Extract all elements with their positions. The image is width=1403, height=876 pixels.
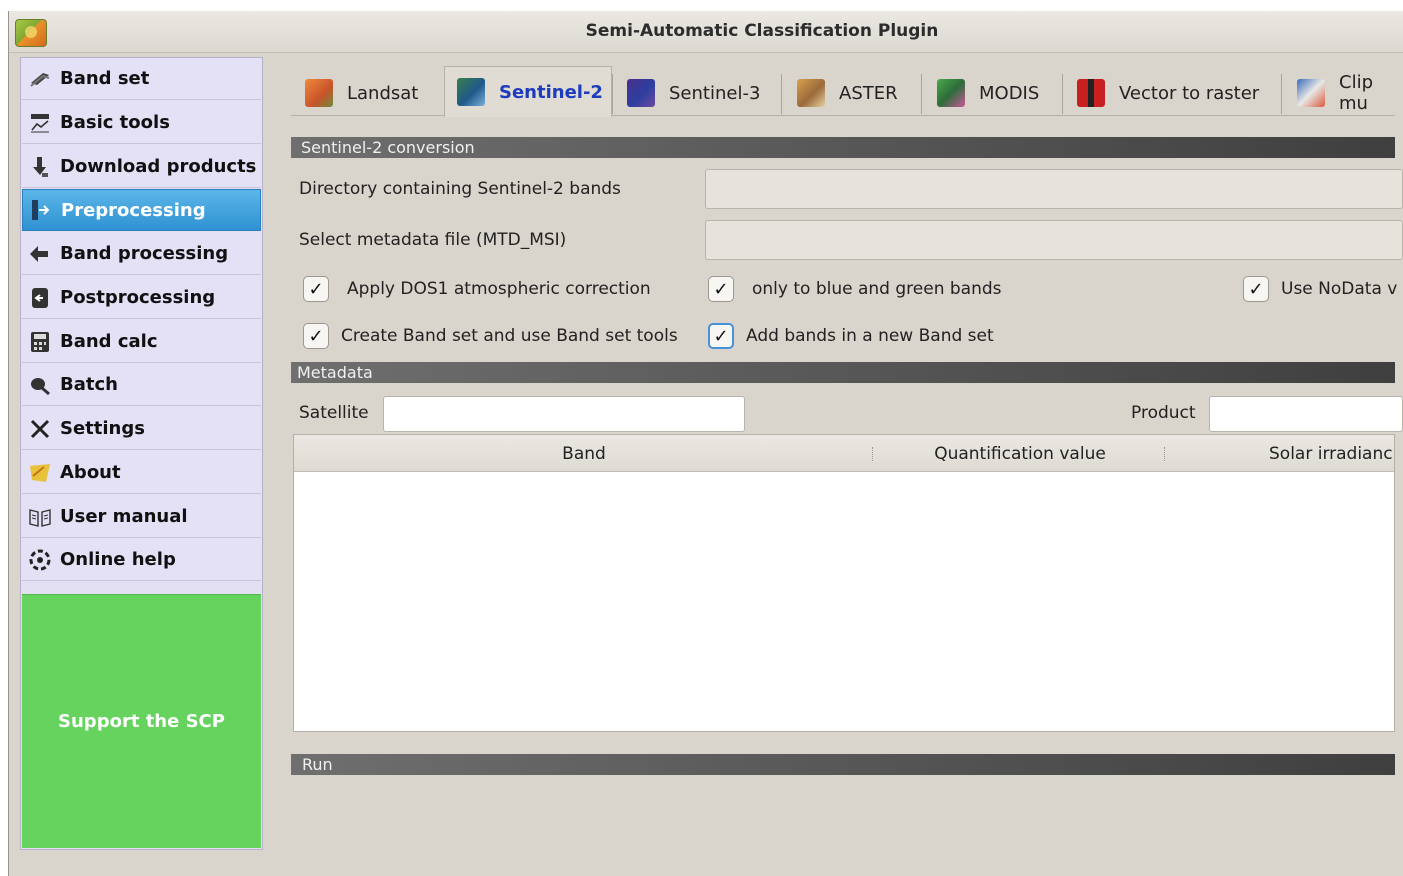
create-bandset-checkbox[interactable]: ✓ Create Band set and use Band set tools bbox=[303, 323, 678, 349]
sidebar-item-basic-tools[interactable]: Basic tools bbox=[22, 102, 261, 144]
clip-icon bbox=[1297, 79, 1325, 107]
metadata-file-label: Select metadata file (MTD_MSI) bbox=[299, 230, 567, 250]
sidebar-item-label: Batch bbox=[60, 374, 118, 395]
sidebar-item-download-products[interactable]: Download products bbox=[22, 146, 261, 188]
checkbox-label: Apply DOS1 atmospheric correction bbox=[347, 279, 651, 299]
tab-sentinel-2[interactable]: Sentinel-2 bbox=[444, 66, 612, 117]
tab-separator bbox=[781, 74, 782, 114]
sidebar-item-label: Online help bbox=[60, 549, 176, 570]
dos1-correction-checkbox[interactable]: ✓ Apply DOS1 atmospheric correction bbox=[303, 276, 651, 302]
download-icon bbox=[28, 155, 52, 179]
checkbox-box[interactable]: ✓ bbox=[1243, 276, 1269, 302]
help-icon bbox=[28, 548, 52, 572]
directory-field[interactable] bbox=[705, 169, 1403, 209]
checkbox-box[interactable]: ✓ bbox=[708, 323, 734, 349]
sidebar-item-label: Preprocessing bbox=[61, 199, 206, 221]
window-title: Semi-Automatic Classification Plugin bbox=[585, 21, 939, 41]
sentinel-2-icon bbox=[457, 78, 485, 106]
use-nodata-checkbox[interactable]: ✓ Use NoData v bbox=[1243, 276, 1397, 302]
tab-separator bbox=[612, 74, 613, 114]
tab-separator bbox=[921, 74, 922, 114]
directory-label: Directory containing Sentinel-2 bands bbox=[299, 179, 621, 199]
sidebar-item-label: Band calc bbox=[60, 331, 158, 352]
tab-vector-to-raster[interactable]: Vector to raster bbox=[1077, 70, 1259, 116]
tab-label: Vector to raster bbox=[1119, 82, 1260, 104]
vector-to-raster-icon bbox=[1077, 79, 1105, 107]
sidebar-item-label: Basic tools bbox=[60, 112, 170, 133]
tab-label: Sentinel-2 bbox=[499, 81, 603, 103]
checkbox-box[interactable]: ✓ bbox=[303, 276, 329, 302]
sidebar-item-band-processing[interactable]: Band processing bbox=[22, 233, 261, 275]
blue-green-only-checkbox[interactable]: ✓ only to blue and green bands bbox=[708, 276, 1002, 302]
aster-icon bbox=[797, 79, 825, 107]
sidebar-item-preprocessing[interactable]: Preprocessing bbox=[22, 189, 261, 231]
band-set-icon bbox=[28, 67, 52, 91]
sidebar-item-label: Download products bbox=[60, 156, 257, 177]
sidebar-item-label: Postprocessing bbox=[60, 287, 216, 308]
tab-label: Sentinel-3 bbox=[669, 82, 761, 104]
sidebar-item-online-help[interactable]: Online help bbox=[22, 539, 261, 581]
tab-label: Clip mu bbox=[1339, 72, 1373, 114]
sidebar-item-label: Band set bbox=[60, 68, 150, 89]
column-header-solar-irradiance[interactable]: Solar irradianc bbox=[1269, 444, 1403, 464]
sidebar-item-about[interactable]: About bbox=[22, 452, 261, 494]
new-bandset-checkbox[interactable]: ✓ Add bands in a new Band set bbox=[708, 323, 994, 349]
satellite-label: Satellite bbox=[299, 403, 369, 423]
sidebar-item-user-manual[interactable]: User manual bbox=[22, 496, 261, 538]
calculator-icon bbox=[28, 330, 52, 354]
sidebar-item-postprocessing[interactable]: Postprocessing bbox=[22, 277, 261, 319]
about-icon bbox=[28, 461, 52, 485]
tab-label: Landsat bbox=[347, 82, 419, 104]
sidebar-item-label: User manual bbox=[60, 506, 188, 527]
batch-icon bbox=[28, 373, 52, 397]
modis-icon bbox=[937, 79, 965, 107]
table-header: Band Quantification value Solar irradian… bbox=[294, 435, 1394, 472]
preprocessing-icon bbox=[29, 198, 53, 222]
checkbox-label: Create Band set and use Band set tools bbox=[341, 326, 678, 346]
sidebar-item-batch[interactable]: Batch bbox=[22, 364, 261, 406]
product-label: Product bbox=[1131, 403, 1196, 423]
tab-label: ASTER bbox=[839, 82, 898, 104]
satellite-field[interactable] bbox=[383, 396, 745, 432]
sidebar-item-band-calc[interactable]: Band calc bbox=[22, 321, 261, 363]
tab-bar: Landsat Sentinel-2 Sentinel-3 ASTER MODI… bbox=[291, 64, 1395, 117]
sentinel-3-icon bbox=[627, 79, 655, 107]
sidebar: Band set Basic tools Download products P… bbox=[20, 57, 263, 850]
product-field[interactable] bbox=[1209, 396, 1403, 432]
tab-sentinel-3[interactable]: Sentinel-3 bbox=[627, 70, 760, 116]
column-header-band[interactable]: Band bbox=[294, 444, 874, 464]
tab-clip-multiple-rasters[interactable]: Clip mu bbox=[1297, 70, 1395, 116]
tab-landsat[interactable]: Landsat bbox=[305, 70, 418, 116]
column-header-quantification-value[interactable]: Quantification value bbox=[874, 444, 1166, 464]
checkbox-label: only to blue and green bands bbox=[752, 279, 1002, 299]
band-metadata-table[interactable]: Band Quantification value Solar irradian… bbox=[293, 434, 1395, 732]
tab-modis[interactable]: MODIS bbox=[937, 70, 1039, 116]
checkbox-label: Use NoData v bbox=[1281, 279, 1398, 299]
column-separator[interactable] bbox=[1164, 447, 1166, 461]
support-the-scp-button[interactable]: Support the SCP bbox=[22, 594, 261, 848]
basic-tools-icon bbox=[28, 111, 52, 135]
tab-label: MODIS bbox=[979, 82, 1040, 104]
sidebar-item-label: Band processing bbox=[60, 243, 229, 264]
sidebar-item-settings[interactable]: Settings bbox=[22, 408, 261, 450]
sidebar-item-label: Settings bbox=[60, 418, 145, 439]
section-metadata: Metadata bbox=[291, 362, 1395, 383]
section-run: Run bbox=[291, 754, 1395, 775]
sidebar-item-label: About bbox=[60, 462, 121, 483]
settings-icon bbox=[28, 417, 52, 441]
section-sentinel-2-conversion: Sentinel-2 conversion bbox=[291, 137, 1395, 158]
checkbox-box[interactable]: ✓ bbox=[303, 323, 329, 349]
checkbox-box[interactable]: ✓ bbox=[708, 276, 734, 302]
band-processing-icon bbox=[28, 242, 52, 266]
postprocessing-icon bbox=[28, 286, 52, 310]
manual-icon bbox=[28, 505, 52, 529]
metadata-file-field[interactable] bbox=[705, 220, 1403, 260]
title-bar: Semi-Automatic Classification Plugin bbox=[9, 11, 1403, 53]
tab-separator bbox=[1281, 74, 1282, 114]
tab-separator bbox=[1062, 74, 1063, 114]
checkbox-label: Add bands in a new Band set bbox=[746, 326, 994, 346]
landsat-icon bbox=[305, 79, 333, 107]
sidebar-item-band-set[interactable]: Band set bbox=[22, 58, 261, 100]
tab-aster[interactable]: ASTER bbox=[797, 70, 898, 116]
